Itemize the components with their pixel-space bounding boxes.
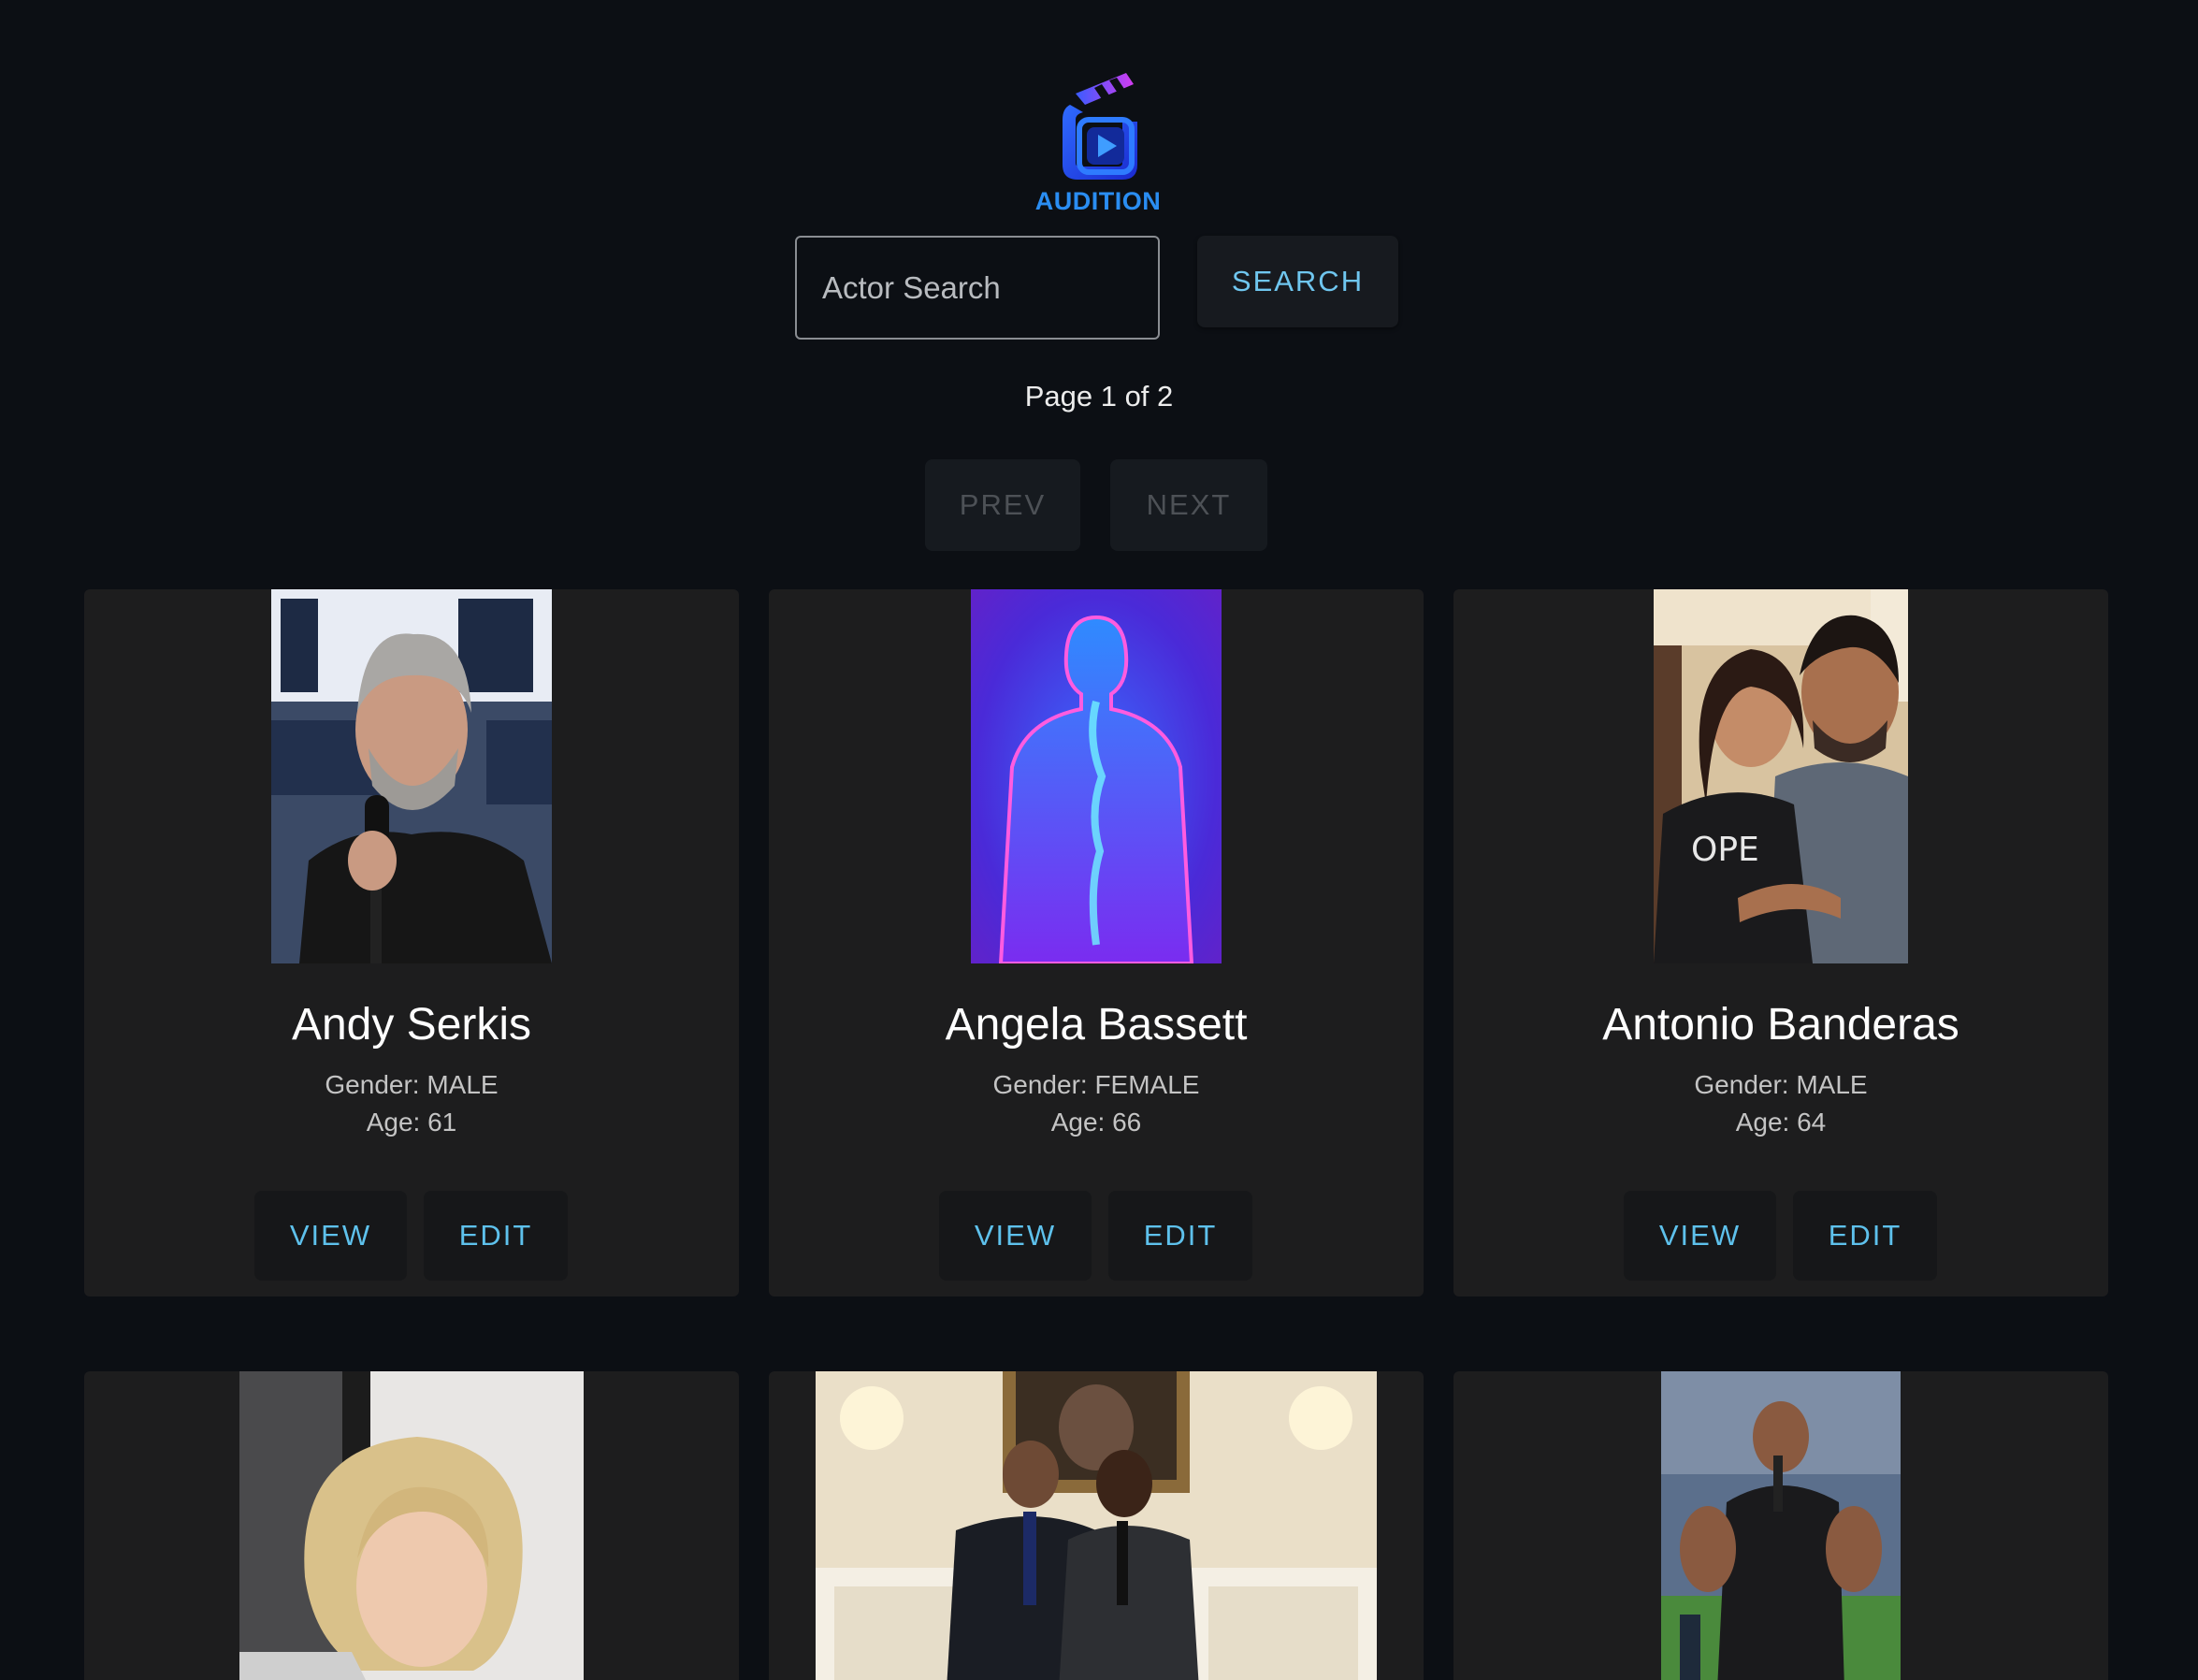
- actor-name: Antonio Banderas: [1602, 1000, 1959, 1050]
- actor-gender: Gender: MALE: [1694, 1070, 1868, 1099]
- page-indicator: Page 1 of 2: [1024, 380, 1174, 413]
- next-page-button[interactable]: NEXT: [1110, 459, 1267, 551]
- actor-search-input[interactable]: [795, 236, 1160, 340]
- view-actor-button[interactable]: VIEW: [1624, 1191, 1776, 1281]
- actors-page: AUDITION SEARCH Page 1 of 2 PREV NEXT: [0, 0, 2198, 1680]
- svg-text:OPE: OPE: [1691, 831, 1759, 869]
- actor-name: Andy Serkis: [291, 1000, 532, 1050]
- edit-actor-button[interactable]: EDIT: [1793, 1191, 1937, 1281]
- actor-age: Age: 66: [1050, 1108, 1142, 1137]
- view-actor-button[interactable]: VIEW: [254, 1191, 407, 1281]
- actor-card: Angela Bassett Gender: FEMALE Age: 66 VI…: [769, 589, 1424, 1296]
- actor-card: [1453, 1371, 2108, 1680]
- actor-card: [84, 1371, 739, 1680]
- prev-page-button[interactable]: PREV: [925, 459, 1080, 551]
- search-button[interactable]: SEARCH: [1197, 236, 1398, 327]
- actor-age: Age: 64: [1735, 1108, 1827, 1137]
- audition-logo: AUDITION: [1029, 67, 1167, 217]
- actor-card: [769, 1371, 1424, 1680]
- actor-age: Age: 61: [366, 1108, 457, 1137]
- actor-photo: [271, 589, 552, 963]
- view-actor-button[interactable]: VIEW: [939, 1191, 1092, 1281]
- actor-photo: [1661, 1371, 1901, 1680]
- logo-wordmark: AUDITION: [1034, 187, 1162, 215]
- actor-name: Angela Bassett: [945, 1000, 1248, 1050]
- actor-gender: Gender: MALE: [325, 1070, 499, 1099]
- clapperboard-play-icon: [1063, 73, 1137, 180]
- edit-actor-button[interactable]: EDIT: [424, 1191, 568, 1281]
- edit-actor-button[interactable]: EDIT: [1108, 1191, 1252, 1281]
- actor-photo: OPE: [1654, 589, 1908, 963]
- actor-card: OPE Antonio Banderas Gender: MALE Age: 6…: [1453, 589, 2108, 1296]
- actor-gender: Gender: FEMALE: [992, 1070, 1200, 1099]
- actor-photo: [971, 589, 1222, 963]
- actor-photo: [816, 1371, 1377, 1680]
- actor-photo: [239, 1371, 584, 1680]
- actor-card: Andy Serkis Gender: MALE Age: 61 VIEW ED…: [84, 589, 739, 1296]
